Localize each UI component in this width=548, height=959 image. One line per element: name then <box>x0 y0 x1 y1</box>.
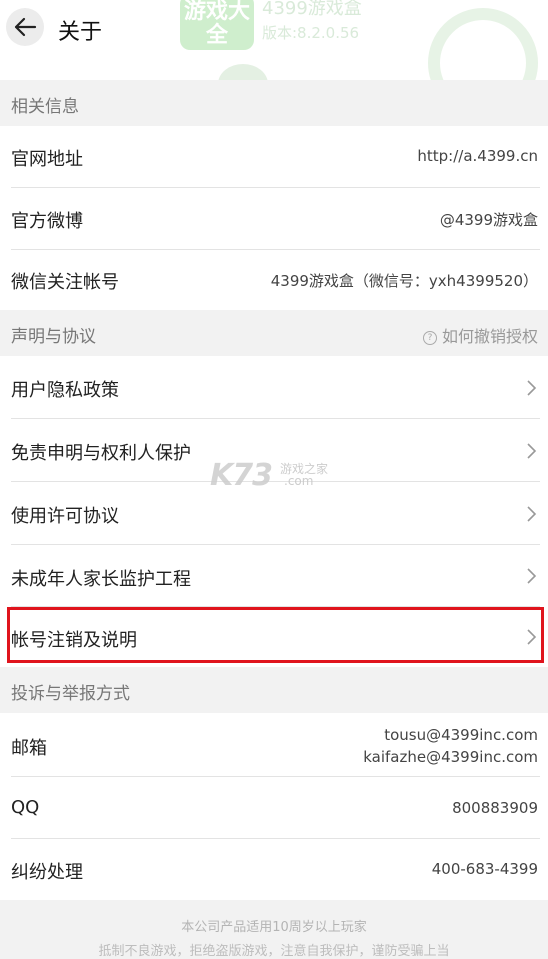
row-privacy-policy[interactable]: 用户隐私政策 <box>0 356 548 419</box>
decorative-blob <box>218 64 268 80</box>
footer-health-notice: 抵制不良游戏，拒绝盗版游戏，注意自我保护，谨防受骗上当 <box>98 944 450 959</box>
section-header-complaints: 投诉与举报方式 <box>0 667 548 713</box>
app-logo: 游戏大全 <box>180 0 254 50</box>
weibo-account[interactable]: @4399游戏盒 <box>440 209 538 230</box>
row-parental-guardianship[interactable]: 未成年人家长监护工程 <box>0 545 548 607</box>
section-title: 声明与协议 <box>11 327 96 347</box>
row-label: 官网地址 <box>11 149 83 170</box>
page-title: 关于 <box>58 20 103 45</box>
chevron-right-icon <box>527 506 537 522</box>
section-title: 投诉与举报方式 <box>11 684 130 704</box>
row-label: QQ <box>11 797 40 818</box>
chevron-right-icon <box>527 380 537 396</box>
app-version: 版本:8.2.0.56 <box>262 24 360 42</box>
question-circle-icon: ? <box>422 331 437 345</box>
row-label: 使用许可协议 <box>11 506 119 527</box>
section-title: 相关信息 <box>11 97 79 117</box>
row-label: 免责申明与权利人保护 <box>11 443 191 464</box>
qq-number[interactable]: 800883909 <box>452 799 538 817</box>
watermark-main: K73 <box>210 458 273 493</box>
highlight-box <box>7 607 544 663</box>
email-address-1[interactable]: tousu@4399inc.com <box>384 726 538 744</box>
revoke-authorization-link[interactable]: ? 如何撤销授权 <box>422 323 538 347</box>
row-label: 邮箱 <box>11 738 47 759</box>
chevron-right-icon <box>527 568 537 584</box>
website-url[interactable]: http://a.4399.cn <box>417 147 538 165</box>
row-label: 纠纷处理 <box>11 862 83 883</box>
footer-age-notice: 本公司产品适用10周岁以上玩家 <box>181 920 367 935</box>
row-dispute-handling[interactable]: 纠纷处理 400-683-4399 <box>0 839 548 900</box>
row-official-website[interactable]: 官网地址 http://a.4399.cn <box>0 126 548 188</box>
row-wechat-account[interactable]: 微信关注帐号 4399游戏盒（微信号：yxh4399520） <box>0 250 548 310</box>
k73-watermark: K73 游戏之家 .com <box>210 458 340 494</box>
dispute-phone[interactable]: 400-683-4399 <box>432 860 538 878</box>
watermark-sub-2: .com <box>284 474 314 488</box>
decorative-ring <box>428 8 538 80</box>
section-header-related-info: 相关信息 <box>0 80 548 126</box>
row-label: 未成年人家长监护工程 <box>11 569 191 590</box>
app-name: 4399游戏盒 <box>262 0 362 19</box>
section-header-agreements: 声明与协议 ? 如何撤销授权 <box>0 310 548 356</box>
row-qq[interactable]: QQ 800883909 <box>0 777 548 839</box>
row-label: 官方微博 <box>11 211 83 232</box>
app-header: 游戏大全 4399游戏盒 版本:8.2.0.56 关于 <box>0 0 548 80</box>
arrow-left-icon[interactable] <box>6 8 44 46</box>
row-email[interactable]: 邮箱 tousu@4399inc.com kaifazhe@4399inc.co… <box>0 713 548 777</box>
row-label: 微信关注帐号 <box>11 272 119 293</box>
row-official-weibo[interactable]: 官方微博 @4399游戏盒 <box>0 188 548 250</box>
row-label: 用户隐私政策 <box>11 380 119 401</box>
chevron-right-icon <box>527 443 537 459</box>
email-address-2[interactable]: kaifazhe@4399inc.com <box>363 748 538 766</box>
revoke-link-text: 如何撤销授权 <box>441 327 538 346</box>
wechat-account[interactable]: 4399游戏盒（微信号：yxh4399520） <box>271 270 538 291</box>
